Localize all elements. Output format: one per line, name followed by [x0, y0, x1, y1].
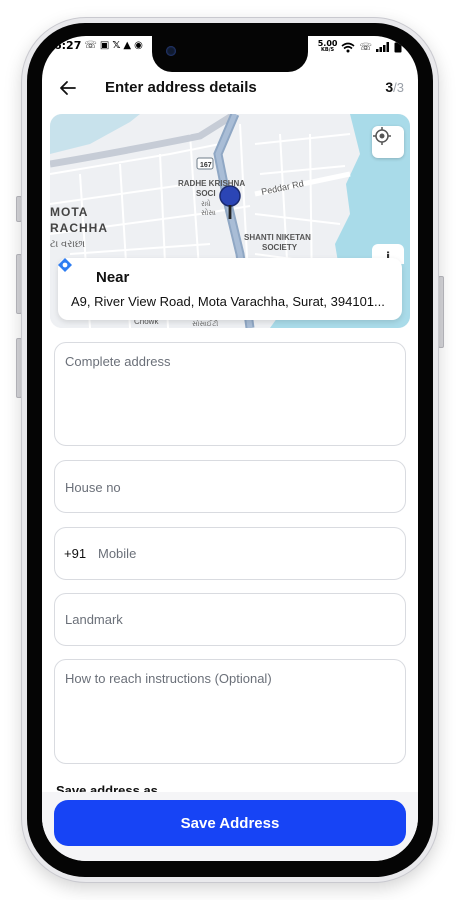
house-no-field[interactable]: House no: [54, 460, 406, 513]
crosshair-icon: [373, 127, 391, 145]
instructions-placeholder: How to reach instructions (Optional): [65, 671, 272, 686]
mobile-field[interactable]: +91 Mobile: [54, 527, 406, 580]
front-camera: [166, 46, 176, 56]
network-speed-value: 5.00: [317, 39, 338, 48]
near-location-card: Near A9, River View Road, Mota Varachha,…: [58, 258, 402, 320]
map-label-route: 167: [200, 162, 212, 169]
page-header: Enter address details 3/3: [42, 76, 418, 104]
teams-icon: ▣: [99, 40, 110, 51]
near-address: A9, River View Road, Mota Varachha, Sura…: [71, 294, 385, 309]
app-screen: 6:27 ☏ ▣ 𝕏 ▲ ◉ 5.00 KB/S ☏ Enter address…: [42, 36, 418, 861]
wifi-icon: [341, 42, 355, 52]
call-icon: ☏: [84, 40, 97, 51]
current-location-button[interactable]: [372, 126, 404, 158]
back-arrow-icon[interactable]: [58, 78, 78, 98]
landmark-field[interactable]: Landmark: [54, 593, 406, 646]
map-label-mota: MOTA: [50, 205, 88, 219]
house-no-placeholder: House no: [65, 480, 121, 495]
mobile-placeholder: Mobile: [98, 546, 137, 561]
country-code-prefix: +91: [64, 546, 87, 561]
step-indicator: 3/3: [385, 79, 404, 95]
map-label-radhe-gujarati: રાધે: [201, 199, 211, 208]
complete-address-field[interactable]: Complete address: [54, 342, 406, 446]
near-label: Near: [96, 269, 130, 286]
step-total: /3: [393, 80, 404, 95]
signal-icon: [376, 42, 389, 52]
map-label-shanti-niketan: SHANTI NIKETAN: [244, 233, 311, 242]
page-title: Enter address details: [105, 79, 257, 96]
volte-call-icon: ☏: [359, 41, 372, 53]
battery-icon: [394, 41, 402, 53]
notification-bell-icon: ▲: [123, 40, 132, 51]
status-bar-left: 6:27 ☏ ▣ 𝕏 ▲ ◉: [54, 39, 143, 52]
phone-power-button: [438, 276, 444, 348]
map-label-varachha-gujarati: ટા વરાછા: [50, 239, 86, 250]
landmark-placeholder: Landmark: [65, 612, 123, 627]
whatsapp-icon: ◉: [134, 40, 143, 51]
map-label-sosa-gujarati: સોસા: [201, 208, 216, 217]
complete-address-placeholder: Complete address: [65, 354, 171, 369]
map-label-rachha: RACHHA: [50, 221, 108, 235]
location-map[interactable]: 167 RADHE KRISHNA SOCI રાધે સોસા Peddar …: [50, 114, 410, 328]
network-speed: 5.00 KB/S: [318, 40, 338, 54]
status-bar-right: 5.00 KB/S ☏: [318, 40, 402, 54]
network-speed-unit: KB/S: [321, 47, 335, 53]
map-label-society-gujarati: સોસાઈટી: [192, 319, 218, 328]
x-icon: 𝕏: [112, 40, 121, 51]
location-diamond-icon: [58, 258, 72, 272]
phone-notch: [152, 36, 308, 72]
instructions-field[interactable]: How to reach instructions (Optional): [54, 659, 406, 764]
map-label-radhe-krishna: RADHE KRISHNA: [178, 179, 245, 188]
status-time: 6:27: [54, 39, 82, 52]
step-current: 3: [385, 79, 394, 95]
save-address-button[interactable]: Save Address: [54, 800, 406, 846]
map-label-society: SOCIETY: [262, 243, 298, 252]
map-label-soci: SOCI: [196, 189, 216, 198]
